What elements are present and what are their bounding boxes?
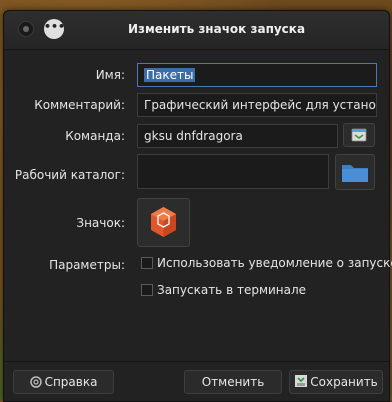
folder-icon — [342, 165, 368, 182]
comment-field[interactable]: Графический интерфейс для установк — [137, 93, 377, 117]
title-bar: ••• Изменить значок запуска — [4, 11, 389, 50]
command-label: Команда: — [65, 129, 125, 143]
cancel-label: Отменить — [201, 375, 265, 389]
save-label: Сохранить — [310, 375, 378, 389]
comment-label: Комментарий: — [34, 98, 125, 112]
name-label: Имя: — [95, 68, 125, 82]
workdir-browse-button[interactable] — [335, 154, 375, 190]
command-field[interactable]: gksu dnfdragora — [137, 124, 338, 148]
workdir-label: Рабочий каталог: — [14, 168, 125, 182]
name-field[interactable]: Пакеты — [137, 63, 377, 87]
params-label: Параметры: — [49, 258, 125, 272]
icon-label: Значок: — [76, 216, 125, 230]
save-button[interactable]: Сохранить — [289, 370, 383, 394]
edit-launcher-dialog: ••• Изменить значок запуска Имя: Пакеты … — [3, 10, 392, 402]
startup-notify-label: Использовать уведомление о запуске — [157, 256, 392, 270]
window-title: Изменить значок запуска — [127, 22, 306, 36]
browse-application-icon — [351, 128, 367, 142]
help-icon — [29, 376, 42, 388]
run-in-terminal-label: Запускать в терминале — [157, 283, 307, 297]
menu-icon[interactable]: ••• — [44, 19, 65, 39]
name-value: Пакеты — [144, 68, 196, 82]
run-in-terminal-checkbox[interactable] — [141, 284, 153, 296]
package-cube-icon — [151, 207, 176, 237]
help-button[interactable]: Справка — [13, 370, 114, 394]
launcher-icon-button[interactable] — [137, 198, 190, 247]
close-icon[interactable] — [18, 21, 34, 37]
cancel-button[interactable]: Отменить — [184, 370, 282, 394]
save-icon — [295, 375, 308, 387]
footer-divider — [4, 361, 389, 362]
workdir-field[interactable] — [137, 154, 329, 189]
help-label: Справка — [44, 375, 98, 389]
command-browse-button[interactable] — [343, 123, 375, 147]
startup-notify-checkbox[interactable] — [141, 257, 153, 269]
